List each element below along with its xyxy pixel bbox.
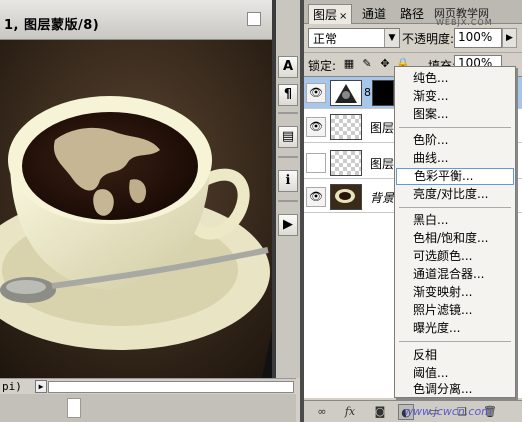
paragraph-panel-button[interactable]: ¶ bbox=[278, 84, 298, 106]
layer-name: 图层 bbox=[370, 121, 395, 135]
menu-item-invert[interactable]: 反相 bbox=[396, 347, 514, 364]
minimized-window-tab[interactable] bbox=[67, 398, 81, 418]
menu-separator bbox=[399, 207, 511, 208]
layer-name: 背景 bbox=[370, 191, 395, 205]
eye-icon[interactable]: 👁 bbox=[306, 187, 326, 207]
layer-name: 图层 bbox=[370, 157, 395, 171]
actions-panel-button[interactable]: ▶ bbox=[278, 214, 298, 236]
layer-thumbnail bbox=[330, 150, 362, 176]
adjustment-layer-icon bbox=[335, 84, 357, 103]
layer-style-icon[interactable]: fx bbox=[342, 404, 358, 420]
tab-layers[interactable]: 图层 × bbox=[308, 4, 353, 24]
menu-item-posterize[interactable]: 色调分离... bbox=[396, 381, 514, 398]
eye-icon[interactable]: 👁 bbox=[306, 83, 326, 103]
menu-separator bbox=[399, 341, 511, 342]
site-watermark: 网页教学网 WEBJX.COM bbox=[434, 5, 492, 27]
chevron-down-icon[interactable]: ▼ bbox=[384, 29, 399, 47]
lock-label: 锁定: bbox=[308, 59, 337, 73]
link-icon: 8 bbox=[364, 86, 371, 99]
character-panel-button[interactable]: A bbox=[278, 56, 298, 78]
dock-divider bbox=[278, 200, 298, 202]
coffee-cup-image bbox=[0, 40, 272, 378]
lock-position-icon[interactable]: ✥ bbox=[378, 57, 392, 71]
menu-item-exposure[interactable]: 曝光度... bbox=[396, 320, 514, 337]
menu-item-brightness-contrast[interactable]: 亮度/对比度... bbox=[396, 186, 514, 203]
background-thumbnail-image bbox=[335, 189, 355, 203]
document-close-button[interactable] bbox=[247, 12, 261, 26]
menu-item-hue-saturation[interactable]: 色相/饱和度... bbox=[396, 230, 514, 247]
paragraph-icon: ¶ bbox=[283, 87, 293, 102]
dock-divider bbox=[278, 112, 298, 114]
zoom-readout: pi) bbox=[2, 380, 22, 393]
menu-item-solid-color[interactable]: 纯色... bbox=[396, 70, 514, 87]
tab-channels[interactable]: 通道 bbox=[358, 4, 390, 24]
opacity-dropdown-icon[interactable]: ▶ bbox=[502, 28, 517, 48]
menu-item-gradient-map[interactable]: 渐变映射... bbox=[396, 284, 514, 301]
lock-pixels-icon[interactable]: ✎ bbox=[360, 57, 374, 71]
menu-item-channel-mixer[interactable]: 通道混合器... bbox=[396, 266, 514, 283]
horizontal-scrollbar[interactable] bbox=[48, 381, 294, 393]
eye-icon[interactable]: 👁 bbox=[306, 117, 326, 137]
photoshop-window: 1, 图层蒙版/8) pi) ▶ A ¶ ▤ ℹ ▶ 图层 × 通道 路径 网页… bbox=[0, 0, 522, 422]
menu-item-threshold[interactable]: 阈值... bbox=[396, 365, 514, 382]
close-icon[interactable]: × bbox=[339, 11, 347, 22]
footer-watermark: www.jcwcn.com bbox=[404, 405, 492, 418]
menu-item-selective-color[interactable]: 可选颜色... bbox=[396, 248, 514, 265]
tab-paths-label: 路径 bbox=[400, 7, 425, 21]
layer-mask-thumbnail[interactable] bbox=[372, 80, 394, 106]
panel-tabs: 图层 × 通道 路径 网页教学网 WEBJX.COM bbox=[304, 0, 522, 27]
opacity-field[interactable]: 100% bbox=[454, 28, 502, 48]
type-tool-icon: A bbox=[282, 59, 294, 74]
link-layers-icon[interactable]: ∞ bbox=[314, 404, 330, 420]
add-mask-icon[interactable]: ◙ bbox=[372, 404, 388, 420]
eye-hidden-icon[interactable] bbox=[306, 153, 326, 173]
status-menu-arrow-icon[interactable]: ▶ bbox=[35, 380, 47, 393]
menu-item-gradient[interactable]: 渐变... bbox=[396, 88, 514, 105]
blend-mode-select[interactable]: 正常 ▼ bbox=[308, 28, 400, 48]
tab-layers-label: 图层 bbox=[313, 8, 338, 22]
watermark-subtitle: WEBJX.COM bbox=[436, 18, 493, 27]
dock-divider bbox=[278, 156, 298, 158]
notes-panel-button[interactable]: ▤ bbox=[278, 126, 298, 148]
image-canvas[interactable] bbox=[0, 40, 272, 378]
info-panel-button[interactable]: ℹ bbox=[278, 170, 298, 192]
menu-separator bbox=[399, 127, 511, 128]
layer-thumbnail bbox=[330, 80, 362, 106]
document-title: 1, 图层蒙版/8) bbox=[4, 18, 100, 33]
opacity-label: 不透明度: bbox=[402, 32, 455, 46]
menu-item-color-balance[interactable]: 色彩平衡... bbox=[396, 168, 514, 185]
layer-thumbnail bbox=[330, 114, 362, 140]
menu-item-levels[interactable]: 色阶... bbox=[396, 132, 514, 149]
lock-transparency-icon[interactable]: ▦ bbox=[342, 57, 356, 71]
notes-icon: ▤ bbox=[281, 129, 295, 144]
document-status-bar: pi) ▶ bbox=[0, 378, 296, 394]
document-title-bar[interactable]: 1, 图层蒙版/8) bbox=[0, 0, 272, 40]
tab-channels-label: 通道 bbox=[362, 7, 387, 21]
workspace-background bbox=[0, 394, 296, 422]
adjustment-layer-menu: 纯色... 渐变... 图案... 色阶... 曲线... 色彩平衡... 亮度… bbox=[394, 66, 516, 398]
layers-panel-footer: ∞ fx ◙ ◐ ▭ ❏ 🗑 www.jcwcn.com bbox=[304, 400, 522, 422]
menu-item-curves[interactable]: 曲线... bbox=[396, 150, 514, 167]
blend-mode-value: 正常 bbox=[313, 32, 338, 46]
layer-thumbnail bbox=[330, 184, 362, 210]
info-icon: ℹ bbox=[285, 173, 291, 188]
tab-paths[interactable]: 路径 bbox=[396, 4, 428, 24]
actions-icon: ▶ bbox=[283, 217, 293, 232]
menu-item-photo-filter[interactable]: 照片滤镜... bbox=[396, 302, 514, 319]
menu-item-black-white[interactable]: 黑白... bbox=[396, 212, 514, 229]
menu-item-pattern[interactable]: 图案... bbox=[396, 106, 514, 123]
